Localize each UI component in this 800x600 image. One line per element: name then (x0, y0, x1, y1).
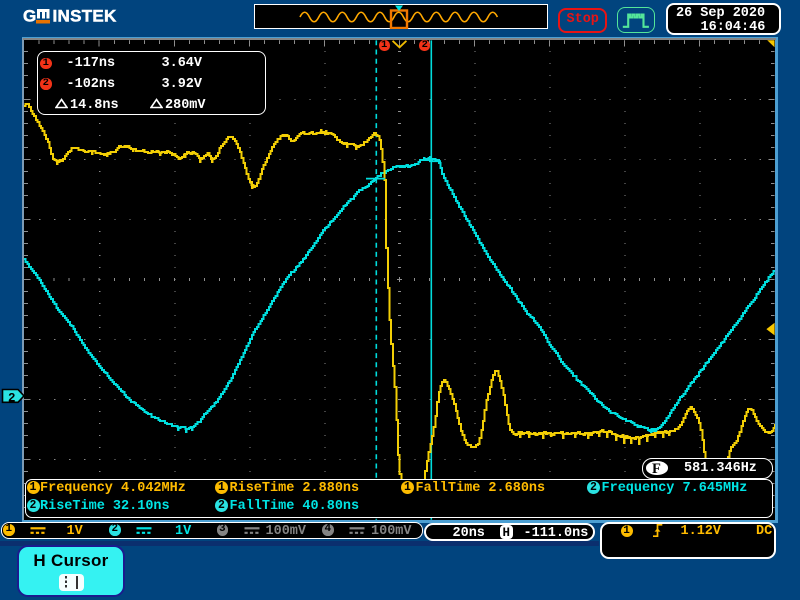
svg-text:2: 2 (8, 391, 16, 405)
